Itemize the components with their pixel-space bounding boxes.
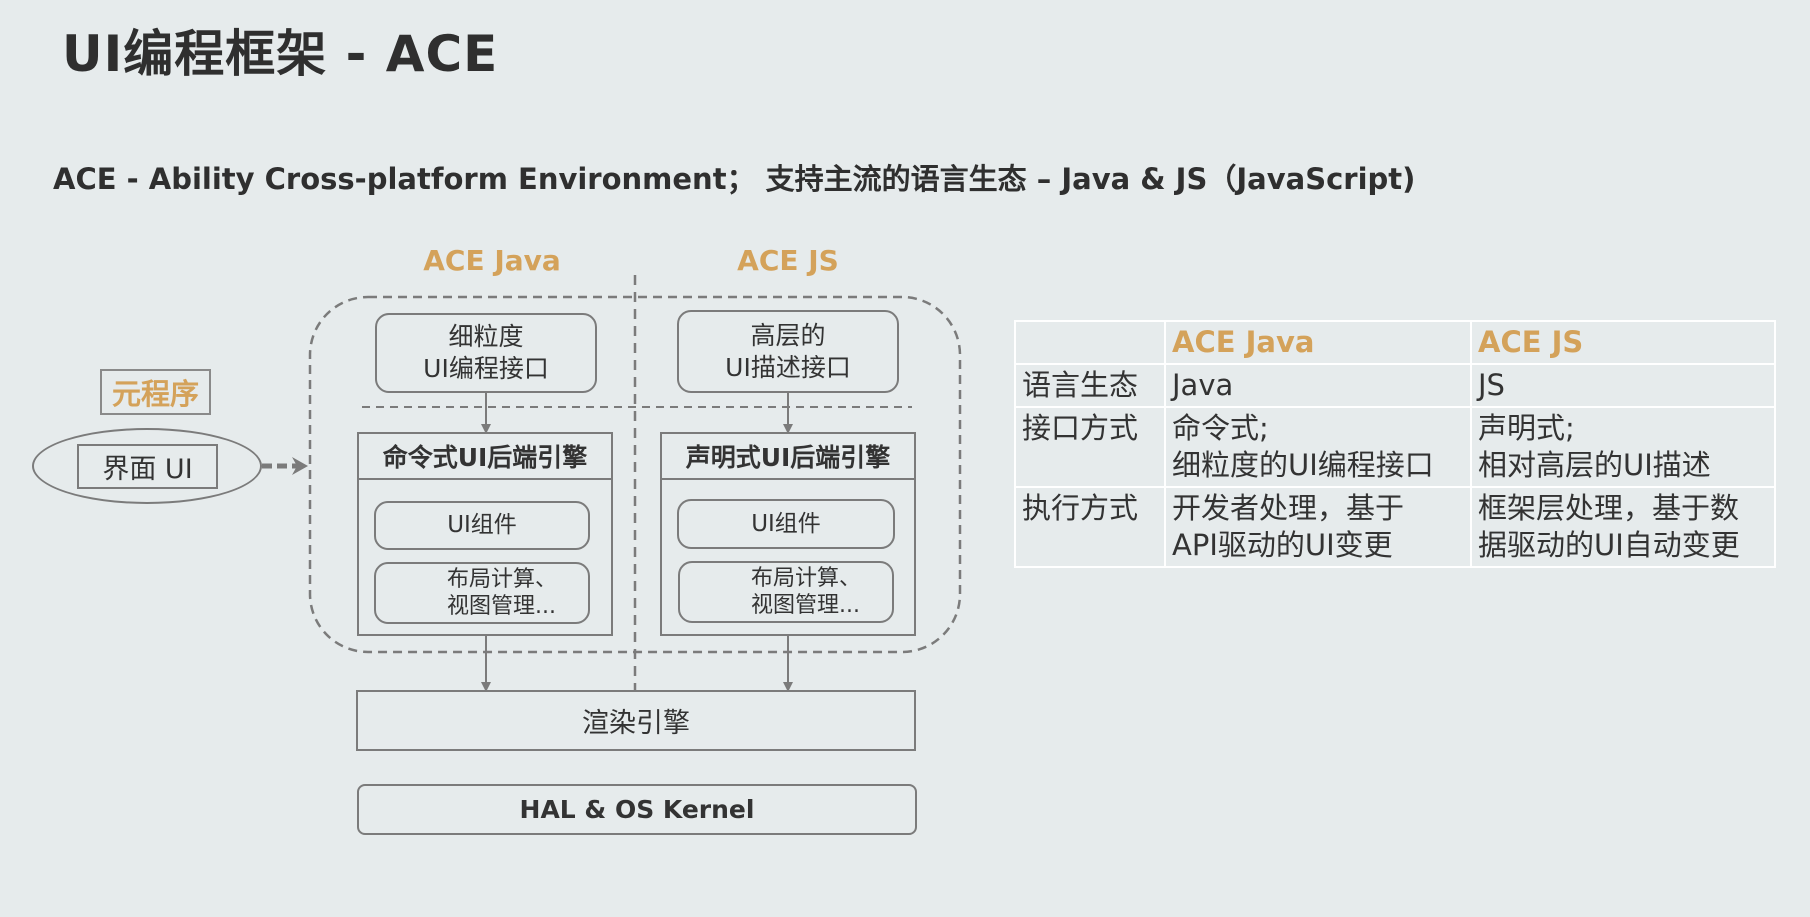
table-cell-js: JS xyxy=(1470,363,1776,408)
js-engine-title: 声明式UI后端引擎 xyxy=(662,434,914,480)
table-cell-line: 开发者处理，基于 xyxy=(1172,491,1405,525)
table-cell-line: 相对高层的UI描述 xyxy=(1478,448,1711,482)
java-api-line-1: 细粒度 xyxy=(448,322,524,351)
table-header-cell: ACE Java xyxy=(1164,320,1472,365)
java-ui-component-box: UI组件 xyxy=(374,501,590,550)
js-api-box: 高层的 UI描述接口 xyxy=(677,310,899,393)
java-layout-box: 布局计算、 视图管理... xyxy=(374,562,590,624)
table-cell-line: 声明式; xyxy=(1478,411,1575,445)
table-row: 语言生态 Java JS xyxy=(1014,363,1776,408)
table-cell-line: Java xyxy=(1172,368,1234,402)
ace-java-heading: ACE Java xyxy=(423,244,561,277)
comparison-table: ACE Java ACE JS 语言生态 Java JS 接口方式 命令式; 细… xyxy=(1014,320,1776,568)
table-row-label: 接口方式 xyxy=(1014,406,1166,488)
table-cell-js: 声明式; 相对高层的UI描述 xyxy=(1470,406,1776,488)
table-cell-line: 命令式; xyxy=(1172,411,1269,445)
kernel-box: HAL & OS Kernel xyxy=(357,784,917,835)
table-cell-line: 细粒度的UI编程接口 xyxy=(1172,448,1434,482)
java-layout-line-1: 布局计算、 xyxy=(446,567,557,592)
java-api-box: 细粒度 UI编程接口 xyxy=(375,313,597,393)
js-layout-box: 布局计算、 视图管理... xyxy=(678,561,894,623)
table-cell-java: Java xyxy=(1164,363,1472,408)
table-row-label: 执行方式 xyxy=(1014,486,1166,568)
table-cell-js: 框架层处理，基于数 据驱动的UI自动变更 xyxy=(1470,486,1776,568)
meta-program-label: 元程序 xyxy=(100,369,211,415)
ace-js-heading: ACE JS xyxy=(737,244,839,277)
js-ui-component-box: UI组件 xyxy=(677,499,895,549)
table-header-cell xyxy=(1014,320,1166,365)
table-cell-line: 据驱动的UI自动变更 xyxy=(1478,528,1740,562)
java-engine-title: 命令式UI后端引擎 xyxy=(359,434,611,480)
table-cell-line: JS xyxy=(1478,368,1505,402)
table-header-cell: ACE JS xyxy=(1470,320,1776,365)
table-row: 接口方式 命令式; 细粒度的UI编程接口 声明式; 相对高层的UI描述 xyxy=(1014,406,1776,488)
table-cell-java: 开发者处理，基于 API驱动的UI变更 xyxy=(1164,486,1472,568)
js-api-line-1: 高层的 xyxy=(750,320,826,350)
js-api-line-2: UI描述接口 xyxy=(725,352,851,382)
js-layout-line-2: 视图管理... xyxy=(750,593,860,618)
table-row-label: 语言生态 xyxy=(1014,363,1166,408)
table-cell-java: 命令式; 细粒度的UI编程接口 xyxy=(1164,406,1472,488)
table-cell-line: 框架层处理，基于数 xyxy=(1478,491,1740,525)
table-header-row: ACE Java ACE JS xyxy=(1014,320,1776,365)
render-engine-box: 渲染引擎 xyxy=(356,690,916,751)
java-api-line-2: UI编程接口 xyxy=(423,354,549,383)
java-layout-line-2: 视图管理... xyxy=(446,594,556,619)
table-row: 执行方式 开发者处理，基于 API驱动的UI变更 框架层处理，基于数 据驱动的U… xyxy=(1014,486,1776,568)
ui-box: 界面 UI xyxy=(77,444,218,489)
js-layout-line-1: 布局计算、 xyxy=(750,566,861,591)
table-cell-line: API驱动的UI变更 xyxy=(1172,528,1393,562)
